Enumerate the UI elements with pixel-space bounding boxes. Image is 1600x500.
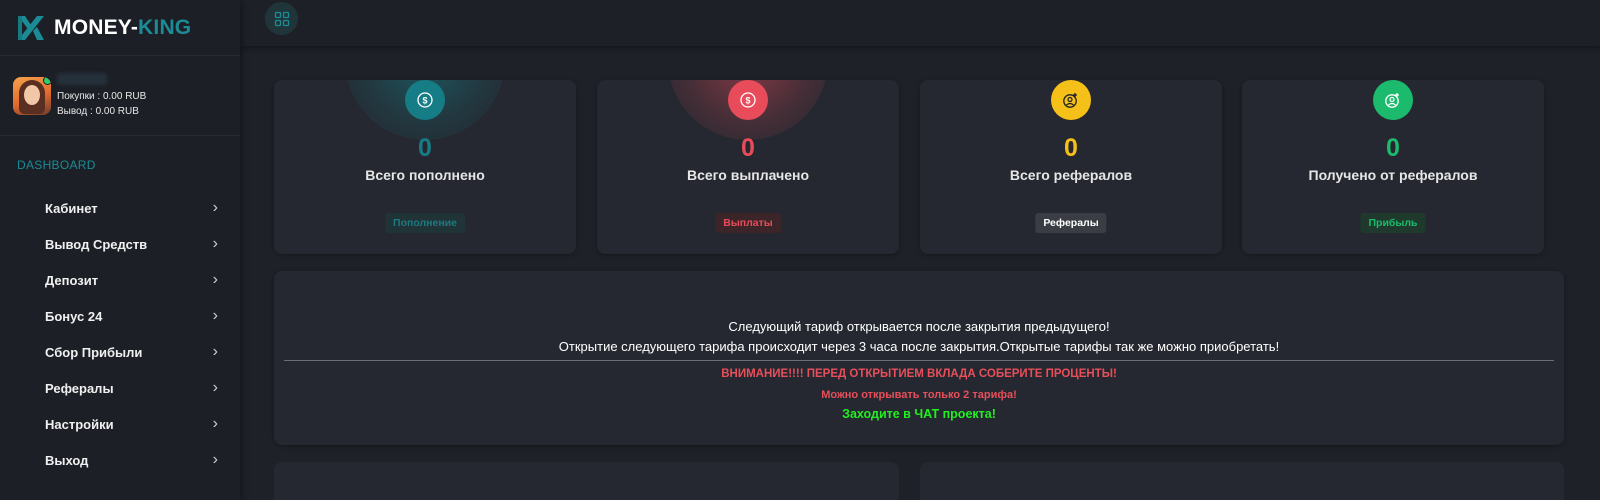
sidebar-item-bonus[interactable]: Бонус 24 › [0, 298, 240, 334]
topbar [240, 0, 1600, 46]
chevron-right-icon: › [212, 235, 218, 252]
nav-section-title: DASHBOARD [17, 158, 96, 172]
stat-value: 0 [1064, 134, 1078, 162]
grid-menu-button[interactable] [265, 2, 298, 35]
stat-card-total-deposited: $ 0 Всего пополнено Пополнение [274, 80, 576, 254]
svg-text:$: $ [422, 96, 427, 106]
chevron-right-icon: › [212, 271, 218, 288]
payouts-button[interactable]: Выплаты [715, 213, 781, 233]
sidebar-item-cabinet[interactable]: Кабинет › [0, 190, 240, 226]
bottom-card-left [274, 462, 899, 500]
chevron-right-icon: › [212, 343, 218, 360]
stat-value: 0 [418, 134, 432, 162]
sidebar-item-logout[interactable]: Выход › [0, 442, 240, 478]
warning-tariff-limit: Можно открывать только 2 тарифа! [821, 389, 1017, 401]
money-king-logo-icon [18, 15, 44, 40]
grid-icon [274, 11, 289, 26]
user-panel: Покупки : 0.00 RUB Вывод : 0.00 RUB [0, 56, 240, 136]
warning-collect-interest: ВНИМАНИЕ!!!! ПЕРЕД ОТКРЫТИЕМ ВКЛАДА СОБЕ… [721, 368, 1117, 380]
divider [284, 360, 1554, 361]
profit-button[interactable]: Прибыль [1360, 213, 1426, 233]
stat-card-total-paid: $ 0 Всего выплачено Выплаты [597, 80, 899, 254]
stat-label: Всего выплачено [686, 167, 810, 183]
chevron-right-icon: › [212, 415, 218, 432]
chevron-right-icon: › [212, 199, 218, 216]
user-name-blurred [57, 72, 107, 85]
main-content: $ 0 Всего пополнено Пополнение $ 0 Всего… [240, 46, 1600, 500]
chevron-right-icon: › [212, 451, 218, 468]
notice-text-line-1: Следующий тариф открывается после закрыт… [728, 319, 1110, 334]
bottom-card-right [920, 462, 1564, 500]
dollar-coin-icon: $ [728, 80, 768, 120]
sidebar-item-collect-profit[interactable]: Сбор Прибыли › [0, 334, 240, 370]
stat-label: Всего пополнено [365, 167, 485, 183]
project-chat-link[interactable]: Заходите в ЧАТ проекта! [274, 407, 1564, 421]
chevron-right-icon: › [212, 307, 218, 324]
dollar-coin-icon: $ [405, 80, 445, 120]
stat-value: 0 [741, 134, 755, 162]
withdraw-balance: Вывод : 0.00 RUB [57, 105, 139, 117]
sidebar-item-withdraw[interactable]: Вывод Средств › [0, 226, 240, 262]
chevron-right-icon: › [212, 379, 218, 396]
stat-card-total-referrals: 0 Всего рефералов Рефералы [920, 80, 1222, 254]
stat-value: 0 [1386, 134, 1400, 162]
svg-text:$: $ [745, 96, 750, 106]
brand-name: MONEY-KING [54, 15, 192, 39]
user-add-icon [1051, 80, 1091, 120]
sidebar-item-referrals[interactable]: Рефералы › [0, 370, 240, 406]
sidebar-item-deposit[interactable]: Депозит › [0, 262, 240, 298]
user-add-icon [1373, 80, 1413, 120]
avatar[interactable] [13, 76, 51, 115]
notice-text-line-2: Открытие следующего тарифа происходит че… [558, 339, 1280, 354]
sidebar-nav: Кабинет › Вывод Средств › Депозит › Бонус 2… [0, 190, 240, 478]
stat-card-referral-earnings: 0 Получено от рефералов Прибыль [1242, 80, 1544, 254]
sidebar: MONEY-KING Покупки : 0.00 RUB Вывод : 0.… [0, 0, 240, 500]
sidebar-item-settings[interactable]: Настройки › [0, 406, 240, 442]
referrals-button[interactable]: Рефералы [1035, 213, 1107, 233]
stat-label: Получено от рефералов [1308, 167, 1478, 183]
tariff-notice-panel: Следующий тариф открывается после закрыт… [274, 271, 1564, 445]
brand[interactable]: MONEY-KING [0, 0, 240, 56]
deposit-button[interactable]: Пополнение [385, 213, 465, 233]
stat-label: Всего рефералов [1009, 167, 1133, 183]
online-status-indicator [43, 76, 51, 85]
purchases-balance: Покупки : 0.00 RUB [57, 90, 147, 102]
